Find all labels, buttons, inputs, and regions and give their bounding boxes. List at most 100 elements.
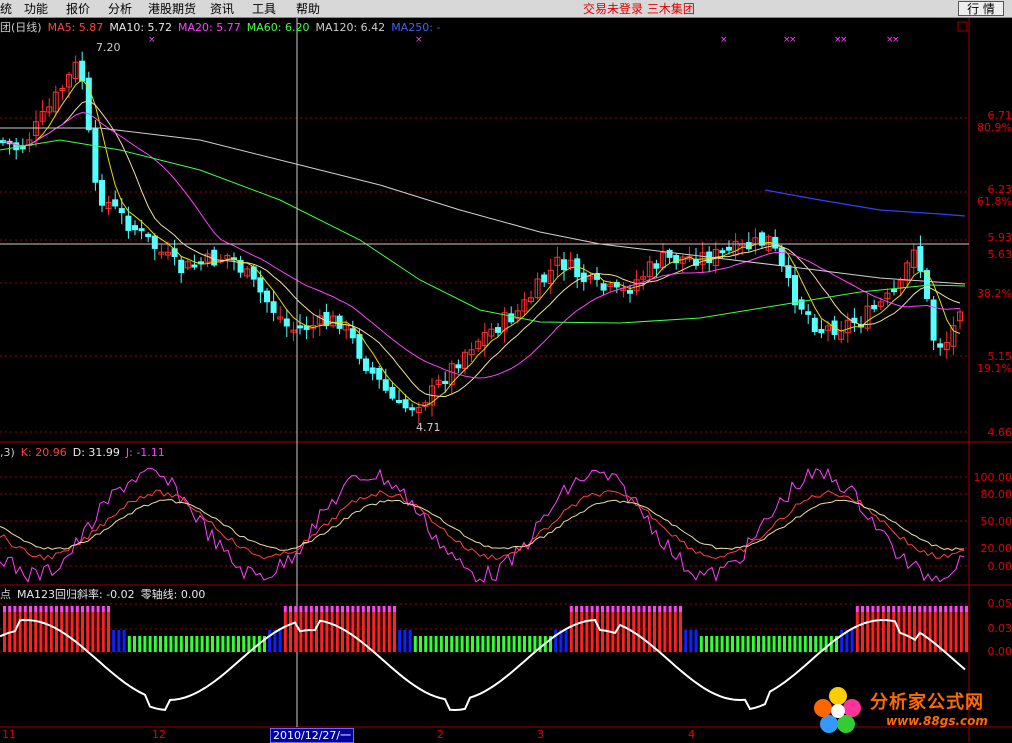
slope-bar: [237, 636, 240, 652]
slope-bar: [450, 636, 454, 652]
kdj-axis-label: 0.00: [987, 560, 1012, 573]
slope-bar-cap: [949, 606, 953, 612]
slope-bar: [907, 612, 911, 652]
slope-bar: [3, 612, 6, 652]
slope-bar: [824, 636, 828, 652]
slope-bar: [148, 636, 152, 652]
slope-bar: [892, 612, 896, 652]
slope-bar-cap: [855, 606, 859, 612]
slope-bar: [840, 630, 844, 652]
candle-body: [792, 275, 798, 306]
candle-body: [917, 246, 924, 272]
slope-bar: [590, 612, 594, 652]
slope-bar: [460, 636, 464, 652]
slope-bar: [476, 636, 480, 652]
kdj-d-line: [0, 499, 965, 551]
slope-bar-cap: [569, 606, 573, 612]
slope-bar: [741, 636, 745, 652]
candle-body: [561, 259, 567, 271]
pct-label: 61.8%: [977, 195, 1012, 208]
slope-bar: [455, 636, 459, 652]
slope-bar: [798, 636, 802, 652]
slope-bar: [320, 612, 324, 652]
slope-bar-cap: [575, 606, 578, 612]
slope-bar: [913, 612, 916, 652]
legend-ma10: MA10: 5.72: [109, 21, 173, 34]
slope-bar-cap: [39, 606, 43, 612]
slope-bar: [705, 636, 708, 652]
slope-bar: [34, 612, 38, 652]
signal-marker: ×: [720, 35, 728, 45]
candle-body: [125, 215, 132, 231]
ma20-line: [2, 111, 961, 379]
slope-bar-cap: [341, 606, 344, 612]
slope-bar: [117, 630, 121, 652]
slope-bar-cap: [679, 606, 682, 612]
slope-bar-cap: [923, 606, 927, 612]
slope-bar-cap: [304, 606, 308, 612]
slope-bar: [959, 612, 963, 652]
slope-bar-cap: [367, 606, 370, 612]
candle-body: [389, 387, 396, 399]
slope-bar: [330, 612, 334, 652]
cursor-date-label: 2010/12/27/一: [270, 728, 355, 743]
stock-chart-canvas[interactable]: × × × ×× ×× ××: [0, 0, 1012, 742]
slope-bar-cap: [897, 606, 901, 612]
slope-bar: [642, 612, 646, 652]
slope-bar-cap: [907, 606, 911, 612]
slope-bar: [809, 636, 812, 652]
slope-bar-cap: [346, 606, 350, 612]
slope-bar: [595, 612, 599, 652]
slope-bar: [502, 636, 506, 652]
slope-bar-cap: [590, 606, 594, 612]
slope-bar-cap: [668, 606, 672, 612]
slope-bar-cap: [44, 606, 48, 612]
slope-bar-cap: [621, 606, 625, 612]
slope-bar: [315, 612, 318, 652]
slope-bar: [757, 636, 760, 652]
slope-bar: [497, 636, 500, 652]
slope-bar: [850, 630, 854, 652]
kdj-axis-label: 50.00: [980, 515, 1012, 528]
slope-bar-cap: [871, 606, 875, 612]
slope-bar: [580, 612, 584, 652]
slope-bar-cap: [658, 606, 662, 612]
kdj-axis-label: 100.00: [973, 471, 1012, 484]
kdj-axis-label: 80.00: [980, 488, 1012, 501]
slope-bar: [18, 612, 22, 652]
slope-bar-cap: [918, 606, 922, 612]
slope-bar: [356, 612, 360, 652]
slope-bar: [309, 612, 313, 652]
slope-bar-cap: [283, 606, 287, 612]
slope-bar: [710, 636, 714, 652]
slope-axis-label: 0.03: [987, 622, 1012, 635]
candle-body: [132, 225, 138, 231]
x-axis-label: 3: [537, 728, 544, 741]
slope-bar: [351, 612, 355, 652]
slope-bar-cap: [382, 606, 386, 612]
slope-bar: [294, 612, 298, 652]
candle-body: [937, 343, 944, 348]
slope-bar: [133, 636, 136, 652]
signal-marker: ×: [789, 35, 797, 45]
slope-bar: [169, 636, 173, 652]
slope-bar: [949, 612, 953, 652]
slope-bar: [221, 636, 225, 652]
slope-bar-cap: [81, 606, 84, 612]
high-price-annotation: 7.20: [96, 41, 121, 54]
slope-bar-cap: [959, 606, 963, 612]
slope-bar: [954, 612, 958, 652]
kdj-axis-label: 20.00: [980, 542, 1012, 555]
slope-bar: [434, 636, 438, 652]
slope-bar: [398, 630, 402, 652]
slope-bar-cap: [23, 606, 27, 612]
slope-bar: [190, 636, 194, 652]
slope-bar: [762, 636, 766, 652]
candle-body: [138, 228, 145, 232]
slope-bar: [684, 630, 688, 652]
slope-bar: [247, 636, 251, 652]
slope-bar: [569, 612, 573, 652]
panel-close-icon: [957, 21, 968, 32]
slope-bar: [195, 636, 199, 652]
candle-body: [402, 399, 409, 409]
